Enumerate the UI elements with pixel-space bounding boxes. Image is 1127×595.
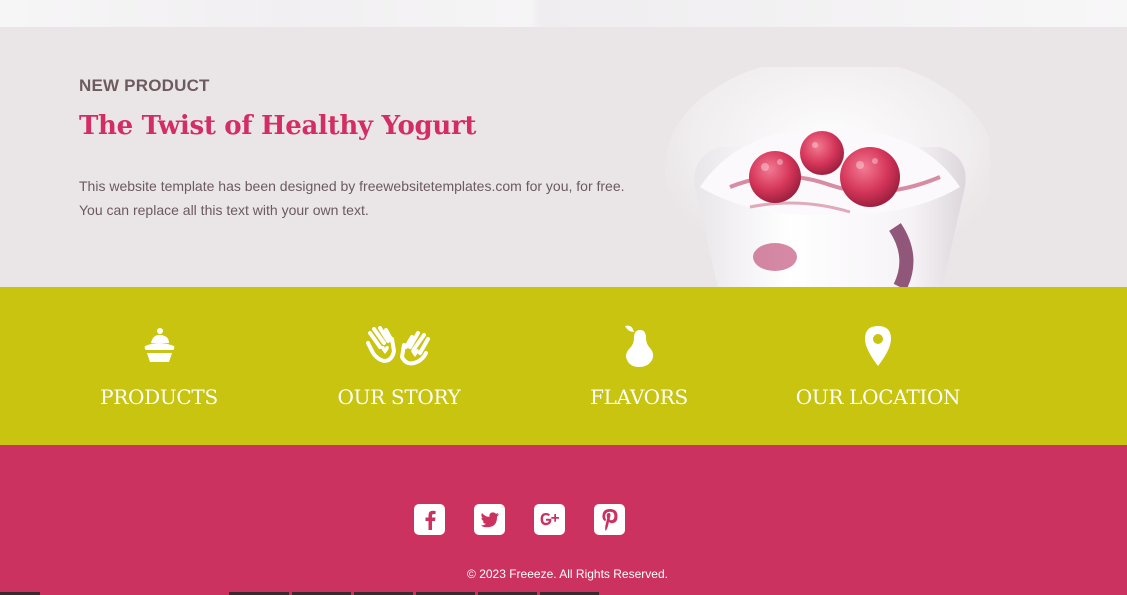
hands-icon <box>279 323 519 369</box>
hero-description: This website template has been designed … <box>79 174 679 222</box>
site-footer: © 2023 Freeeze. All Rights Reserved. <box>0 445 1127 595</box>
nav-item-our-location[interactable]: OUR LOCATION <box>758 287 998 445</box>
feature-nav-band: PRODUCTS OUR STORY FLAVORS OUR LOCATION <box>0 287 1127 445</box>
copyright-text: © 2023 Freeeze. All Rights Reserved. <box>0 567 1127 581</box>
nav-item-our-story[interactable]: OUR STORY <box>279 287 519 445</box>
facebook-icon[interactable] <box>414 504 445 535</box>
nav-item-products[interactable]: PRODUCTS <box>39 287 279 445</box>
nav-item-label: PRODUCTS <box>100 385 218 409</box>
google-plus-icon[interactable] <box>534 504 565 535</box>
nav-item-flavors[interactable]: FLAVORS <box>519 287 759 445</box>
nav-item-label: OUR LOCATION <box>795 385 961 409</box>
copyright-label: © 2023 Freeeze. All Rights Reserved. <box>467 567 668 581</box>
pinterest-icon[interactable] <box>594 504 625 535</box>
hero-section: NEW PRODUCT The Twist of Healthy Yogurt … <box>0 27 1127 287</box>
yogurt-cup-image <box>665 67 990 287</box>
top-banner-strip <box>0 0 1127 27</box>
cupcake-icon <box>39 323 279 369</box>
twitter-icon[interactable] <box>474 504 505 535</box>
map-pin-icon <box>758 323 998 369</box>
nav-item-label: FLAVORS <box>590 385 688 409</box>
hero-eyebrow: NEW PRODUCT <box>79 76 210 95</box>
pear-icon <box>519 323 759 369</box>
hero-description-line: You can replace all this text with your … <box>79 202 369 218</box>
nav-item-label: OUR STORY <box>337 385 461 409</box>
hero-title: The Twist of Healthy Yogurt <box>79 111 477 141</box>
hero-description-line: This website template has been designed … <box>79 178 625 194</box>
